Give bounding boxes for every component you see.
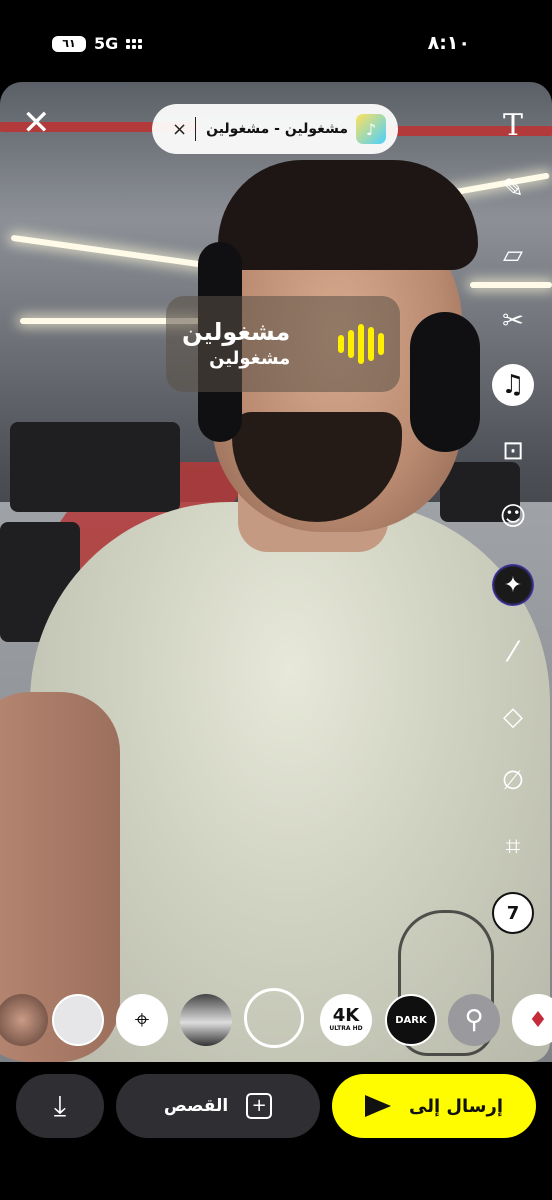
music-tool-icon[interactable]: ♫ (492, 364, 534, 406)
ceiling-light (470, 282, 552, 288)
music-pill-close-icon[interactable]: × (172, 119, 187, 140)
text-tool-icon[interactable]: T (492, 104, 534, 146)
lens-location-pin-icon[interactable]: ⌖ (116, 994, 168, 1046)
lens-blank[interactable] (52, 994, 104, 1046)
signal-icon (126, 38, 143, 49)
crop-icon[interactable]: ⌗ (492, 826, 534, 868)
soundwave-icon (338, 324, 384, 364)
stories-button[interactable]: + القصص (116, 1074, 320, 1138)
lens-4k[interactable]: 4K ULTRA HD (320, 994, 372, 1046)
emoji-tool-icon[interactable]: ☺ (492, 496, 534, 538)
pill-divider (195, 117, 197, 141)
download-icon: ⤓ (53, 1089, 67, 1122)
download-button[interactable]: ⤓ (16, 1074, 104, 1138)
music-sticker-title: مشغولين (182, 318, 291, 346)
add-story-icon: + (246, 1093, 273, 1119)
gym-machine (10, 422, 180, 512)
music-pill-title: مشغولين - مشغولين (206, 121, 348, 137)
lens-4k-sub: ULTRA HD (329, 1025, 363, 1032)
network-indicator: 5G (94, 34, 119, 53)
music-sticker-artist: مشغولين (209, 348, 291, 369)
music-app-icon: ♪ (356, 114, 386, 144)
attach-icon[interactable]: ∅ (492, 760, 534, 802)
send-to-button[interactable]: إرسال إلى (332, 1074, 536, 1138)
scissors-tool-icon[interactable]: ✂ (492, 300, 534, 342)
lens-carousel: ⌖ 4K ULTRA HD DARK ⚲ ♦ (0, 984, 552, 1058)
capture-button[interactable] (244, 988, 304, 1048)
ai-tool-icon[interactable]: ✦ (492, 564, 534, 606)
lens-car[interactable] (180, 994, 232, 1046)
status-bar: ٦١ 5G ٨:١٠ (0, 0, 552, 82)
status-time: ٨:١٠ (427, 32, 470, 54)
snap-preview: مشغولين مشغولين (0, 82, 552, 1062)
lens-red-pin-icon[interactable]: ♦ (512, 994, 552, 1046)
lens-map-pin-icon[interactable]: ⚲ (448, 994, 500, 1046)
battery-icon: ٦١ (52, 35, 86, 52)
lens-avatar[interactable] (0, 994, 48, 1046)
headphone-right (410, 312, 480, 452)
eraser-icon[interactable]: ◇ (492, 696, 534, 738)
bottom-action-bar: ⤓ + القصص إرسال إلى (0, 1062, 552, 1200)
music-sticker[interactable]: مشغولين مشغولين (166, 296, 400, 392)
ceiling-light (10, 234, 230, 272)
sticker-tool-icon[interactable]: ▱ (492, 234, 534, 276)
person-hair (218, 160, 478, 270)
close-button[interactable]: ✕ (22, 106, 51, 140)
send-arrow-icon (364, 1095, 391, 1117)
send-to-label: إرسال إلى (408, 1095, 504, 1117)
music-sticker-text: مشغولين مشغولين (182, 317, 290, 371)
timer-icon[interactable]: 7 (492, 892, 534, 934)
lens-dark[interactable]: DARK (385, 994, 437, 1046)
lens-4k-main: 4K (332, 1005, 360, 1026)
status-left: ٦١ 5G (52, 34, 143, 53)
stories-label: القصص (163, 1096, 229, 1116)
story-tool-icon[interactable]: ⊡ (492, 430, 534, 472)
magic-wand-icon[interactable]: ⁄ (492, 630, 534, 672)
pen-tool-icon[interactable]: ✎ (492, 168, 534, 210)
music-pill[interactable]: ♪ مشغولين - مشغولين × (152, 104, 398, 154)
